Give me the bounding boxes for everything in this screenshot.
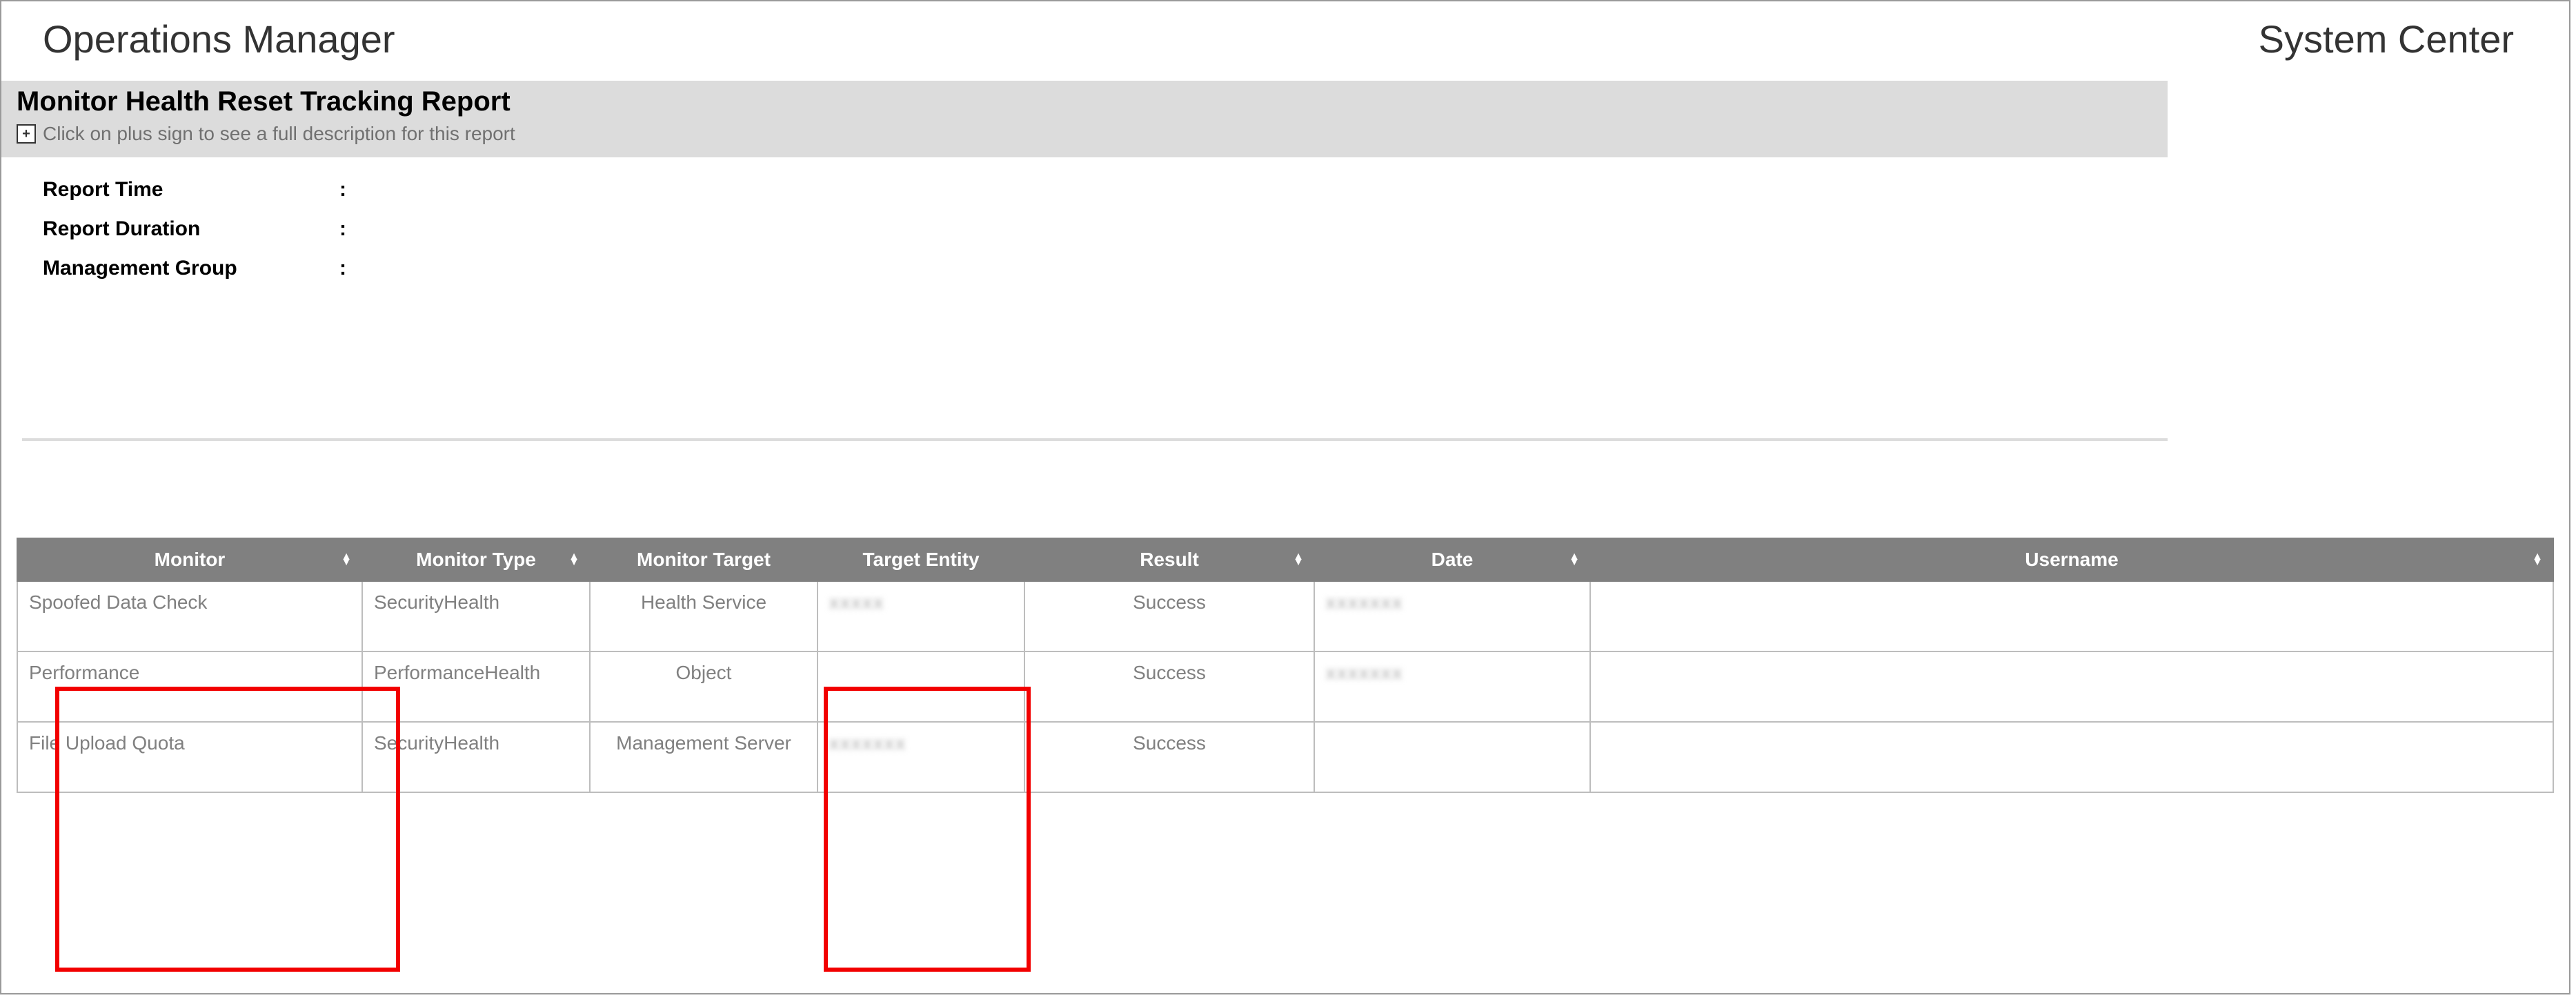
sort-icon[interactable]: ▲▼ [341, 554, 352, 565]
table-row: File Upload Quota SecurityHealth Managem… [17, 722, 2553, 792]
cell-username [1590, 581, 2553, 651]
results-table: Monitor ▲▼ Monitor Type ▲▼ Monitor Targe… [17, 538, 2554, 793]
meta-label: Report Duration [43, 209, 339, 248]
meta-colon: : [339, 248, 360, 288]
table-row: Spoofed Data Check SecurityHealth Health… [17, 581, 2553, 651]
cell-username [1590, 651, 2553, 722]
cell-target-entity: xxxxx [818, 581, 1024, 651]
meta-label: Management Group [43, 248, 339, 288]
cell-result: Success [1024, 581, 1314, 651]
cell-monitor: File Upload Quota [17, 722, 362, 792]
expand-plus-icon[interactable]: + [17, 124, 36, 144]
cell-monitor-type: SecurityHealth [362, 722, 590, 792]
report-meta: Report Time : Report Duration : Manageme… [1, 157, 2569, 300]
title-band: Monitor Health Reset Tracking Report + C… [1, 81, 2168, 157]
cell-monitor-target: Object [590, 651, 818, 722]
cell-monitor-type: SecurityHealth [362, 581, 590, 651]
meta-colon: : [339, 170, 360, 209]
meta-colon: : [339, 209, 360, 248]
cell-monitor-target: Health Service [590, 581, 818, 651]
col-date[interactable]: Date ▲▼ [1314, 538, 1590, 581]
cell-result: Success [1024, 722, 1314, 792]
cell-result: Success [1024, 651, 1314, 722]
report-window: Operations Manager System Center Monitor… [0, 0, 2570, 994]
cell-target-entity: xxxxxxx [818, 722, 1024, 792]
cell-monitor-target: Management Server [590, 722, 818, 792]
redacted-text: xxxxxxx [1326, 662, 1403, 683]
sort-icon[interactable]: ▲▼ [1569, 554, 1580, 565]
col-label: Username [2025, 549, 2118, 570]
meta-mgmt-group: Management Group : [43, 248, 2528, 288]
col-username[interactable]: Username ▲▼ [1590, 538, 2553, 581]
brand-left: Operations Manager [43, 17, 395, 61]
redacted-text: xxxxxxx [829, 732, 906, 754]
col-label: Result [1140, 549, 1199, 570]
report-title: Monitor Health Reset Tracking Report [17, 86, 2152, 117]
cell-target-entity [818, 651, 1024, 722]
brand-bar: Operations Manager System Center [1, 1, 2569, 81]
redacted-text: xxxxxxx [1326, 591, 1403, 613]
sort-icon[interactable]: ▲▼ [2532, 554, 2543, 565]
cell-monitor: Performance [17, 651, 362, 722]
col-monitor-type[interactable]: Monitor Type ▲▼ [362, 538, 590, 581]
meta-report-time: Report Time : [43, 170, 2528, 209]
col-target-entity[interactable]: Target Entity [818, 538, 1024, 581]
table-row: Performance PerformanceHealth Object Suc… [17, 651, 2553, 722]
col-label: Monitor [155, 549, 226, 570]
table-header-row: Monitor ▲▼ Monitor Type ▲▼ Monitor Targe… [17, 538, 2553, 581]
sort-icon[interactable]: ▲▼ [1293, 554, 1304, 565]
col-label: Date [1431, 549, 1474, 570]
cell-username [1590, 722, 2553, 792]
expand-row: + Click on plus sign to see a full descr… [17, 123, 2152, 145]
col-label: Target Entity [862, 549, 979, 570]
cell-date [1314, 722, 1590, 792]
cell-monitor-type: PerformanceHealth [362, 651, 590, 722]
expand-hint-text: Click on plus sign to see a full descrip… [43, 123, 515, 145]
cell-date: xxxxxxx [1314, 651, 1590, 722]
redacted-text: xxxxx [829, 591, 884, 613]
cell-monitor: Spoofed Data Check [17, 581, 362, 651]
meta-label: Report Time [43, 170, 339, 209]
col-monitor-target[interactable]: Monitor Target [590, 538, 818, 581]
col-result[interactable]: Result ▲▼ [1024, 538, 1314, 581]
sort-icon[interactable]: ▲▼ [568, 554, 579, 565]
cell-date: xxxxxxx [1314, 581, 1590, 651]
col-label: Monitor Target [637, 549, 771, 570]
col-monitor[interactable]: Monitor ▲▼ [17, 538, 362, 581]
col-label: Monitor Type [416, 549, 536, 570]
brand-right: System Center [2259, 17, 2514, 61]
meta-report-duration: Report Duration : [43, 209, 2528, 248]
